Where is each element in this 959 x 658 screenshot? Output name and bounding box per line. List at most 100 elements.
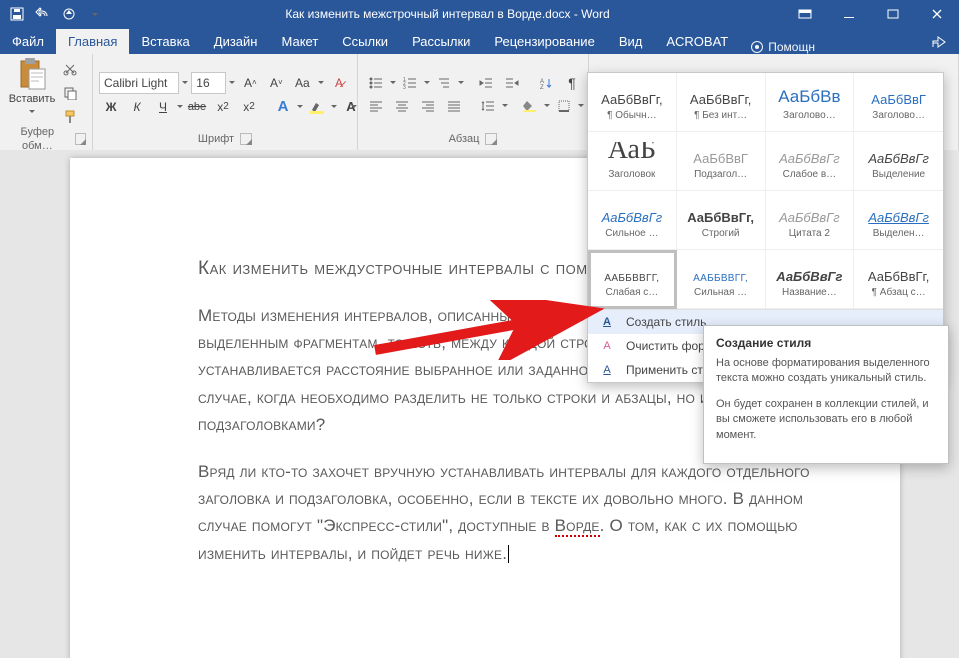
doc-spellerror[interactable]: Ворде (555, 516, 600, 537)
outdent-icon[interactable] (474, 73, 498, 93)
italic-button[interactable]: К (125, 97, 149, 117)
font-size-dropdown-icon[interactable] (228, 78, 237, 87)
paragraph-dialog-icon[interactable] (485, 133, 497, 145)
style-cell-11[interactable]: АаБбВвГгВыделен… (854, 191, 943, 250)
style-cell-7[interactable]: АаБбВвГгВыделение (854, 132, 943, 191)
share-icon[interactable] (919, 28, 959, 54)
tab-file[interactable]: Файл (0, 29, 56, 54)
minimize-icon[interactable] (827, 0, 871, 28)
sort-icon[interactable]: AZ (534, 73, 558, 93)
underline-button[interactable]: Ч (151, 97, 175, 117)
font-dialog-icon[interactable] (240, 133, 252, 145)
style-cell-10[interactable]: АаБбВвГгЦитата 2 (766, 191, 855, 250)
style-cell-0[interactable]: АаБбВвГг,¶ Обычн… (588, 73, 677, 132)
show-marks-icon[interactable]: ¶ (560, 73, 584, 93)
tab-review[interactable]: Рецензирование (482, 29, 606, 54)
group-paragraph-label: Абзац (449, 132, 480, 146)
indent-icon[interactable] (500, 73, 524, 93)
style-cell-2[interactable]: АаБбВвЗаголово… (766, 73, 855, 132)
change-case-dropdown-icon[interactable] (316, 78, 325, 87)
svg-text:3: 3 (403, 85, 406, 89)
style-cell-12[interactable]: ААББВВГГ,Слабая с… (588, 250, 677, 309)
shading-icon[interactable] (518, 96, 542, 116)
tab-design[interactable]: Дизайн (202, 29, 270, 54)
font-size-combo[interactable]: 16 (191, 72, 225, 94)
undo-icon[interactable] (32, 3, 54, 25)
multilevel-dropdown-icon[interactable] (458, 78, 464, 87)
borders-dropdown-icon[interactable] (578, 101, 584, 110)
style-name: Выделен… (873, 228, 925, 242)
maximize-icon[interactable] (871, 0, 915, 28)
group-font: Calibri Light 16 A˄ A˅ Aa A̷ Ж К Ч abe x… (93, 54, 358, 150)
qat-more-icon[interactable] (84, 3, 106, 25)
grow-font-icon[interactable]: A˄ (238, 73, 262, 93)
text-effects-dropdown-icon[interactable] (297, 102, 303, 111)
style-preview: АаБбВвГг (856, 142, 941, 166)
save-icon[interactable] (6, 3, 28, 25)
style-cell-6[interactable]: АаБбВвГгСлабое в… (766, 132, 855, 191)
style-name: Заголово… (872, 110, 925, 124)
clear-format-icon[interactable]: A̷ (327, 73, 351, 93)
numbering-icon[interactable]: 123 (398, 73, 422, 93)
change-case-icon[interactable]: Aa (290, 73, 314, 93)
style-cell-13[interactable]: ААББВВГГ,Сильная … (677, 250, 766, 309)
tell-me[interactable]: Помощн (740, 40, 825, 54)
tab-home[interactable]: Главная (56, 29, 129, 54)
shading-dropdown-icon[interactable] (544, 101, 550, 110)
tab-view[interactable]: Вид (607, 29, 655, 54)
style-name: ¶ Обычн… (607, 110, 657, 124)
style-cell-3[interactable]: АаБбВвГЗаголово… (854, 73, 943, 132)
bullets-icon[interactable] (364, 73, 388, 93)
format-painter-icon[interactable] (58, 107, 82, 127)
subscript-button[interactable]: x2 (211, 97, 235, 117)
font-color-dropdown-icon[interactable] (351, 102, 357, 111)
line-spacing-icon[interactable] (476, 96, 500, 116)
style-cell-9[interactable]: АаБбВвГг,Строгий (677, 191, 766, 250)
highlight-icon[interactable] (305, 97, 329, 117)
shrink-font-icon[interactable]: A˅ (264, 73, 288, 93)
doc-paragraph-2[interactable]: Вряд ли кто-то захочет вручную устанавли… (198, 458, 836, 567)
tab-mailings[interactable]: Рассылки (400, 29, 482, 54)
paste-button[interactable]: Вставить (10, 57, 54, 116)
align-left-icon[interactable] (364, 96, 388, 116)
styles-apply-label: Применить ст (626, 363, 703, 377)
window-title: Как изменить межстрочный интервал в Ворд… (112, 7, 783, 21)
tab-references[interactable]: Ссылки (330, 29, 400, 54)
ribbon-options-icon[interactable] (783, 0, 827, 28)
style-cell-1[interactable]: АаБбВвГг,¶ Без инт… (677, 73, 766, 132)
font-name-combo[interactable]: Calibri Light (99, 72, 179, 94)
numbering-dropdown-icon[interactable] (424, 78, 430, 87)
style-cell-4[interactable]: АаБЗаголовок (588, 132, 677, 191)
align-justify-icon[interactable] (442, 96, 466, 116)
style-cell-5[interactable]: АаБбВвГПодзагол… (677, 132, 766, 191)
style-cell-15[interactable]: АаБбВвГг,¶ Абзац с… (854, 250, 943, 309)
close-icon[interactable] (915, 0, 959, 28)
redo-icon[interactable] (58, 3, 80, 25)
style-cell-14[interactable]: АаБбВвГгНазвание… (766, 250, 855, 309)
style-cell-8[interactable]: АаБбВвГгСильное … (588, 191, 677, 250)
align-right-icon[interactable] (416, 96, 440, 116)
strike-button[interactable]: abe (185, 97, 209, 117)
highlight-dropdown-icon[interactable] (331, 102, 337, 111)
clipboard-dialog-icon[interactable] (75, 133, 86, 145)
bullets-dropdown-icon[interactable] (390, 78, 396, 87)
cut-icon[interactable] (58, 59, 82, 79)
line-spacing-dropdown-icon[interactable] (502, 101, 508, 110)
style-name: Заголово… (783, 110, 836, 124)
bold-button[interactable]: Ж (99, 97, 123, 117)
tooltip-p2: Он будет сохранен в коллекции стилей, и … (716, 397, 936, 443)
style-name: Название… (782, 287, 837, 301)
tab-insert[interactable]: Вставка (129, 29, 201, 54)
font-name-dropdown-icon[interactable] (181, 78, 190, 87)
text-effects-icon[interactable]: A (271, 97, 295, 117)
multilevel-icon[interactable] (432, 73, 456, 93)
style-preview: ААББВВГГ, (679, 260, 763, 284)
copy-icon[interactable] (58, 83, 82, 103)
align-center-icon[interactable] (390, 96, 414, 116)
underline-dropdown-icon[interactable] (177, 102, 183, 111)
tab-layout[interactable]: Макет (269, 29, 330, 54)
superscript-button[interactable]: x2 (237, 97, 261, 117)
tab-acrobat[interactable]: ACROBAT (654, 29, 740, 54)
borders-icon[interactable] (552, 96, 576, 116)
paste-dropdown-icon[interactable] (27, 107, 37, 116)
